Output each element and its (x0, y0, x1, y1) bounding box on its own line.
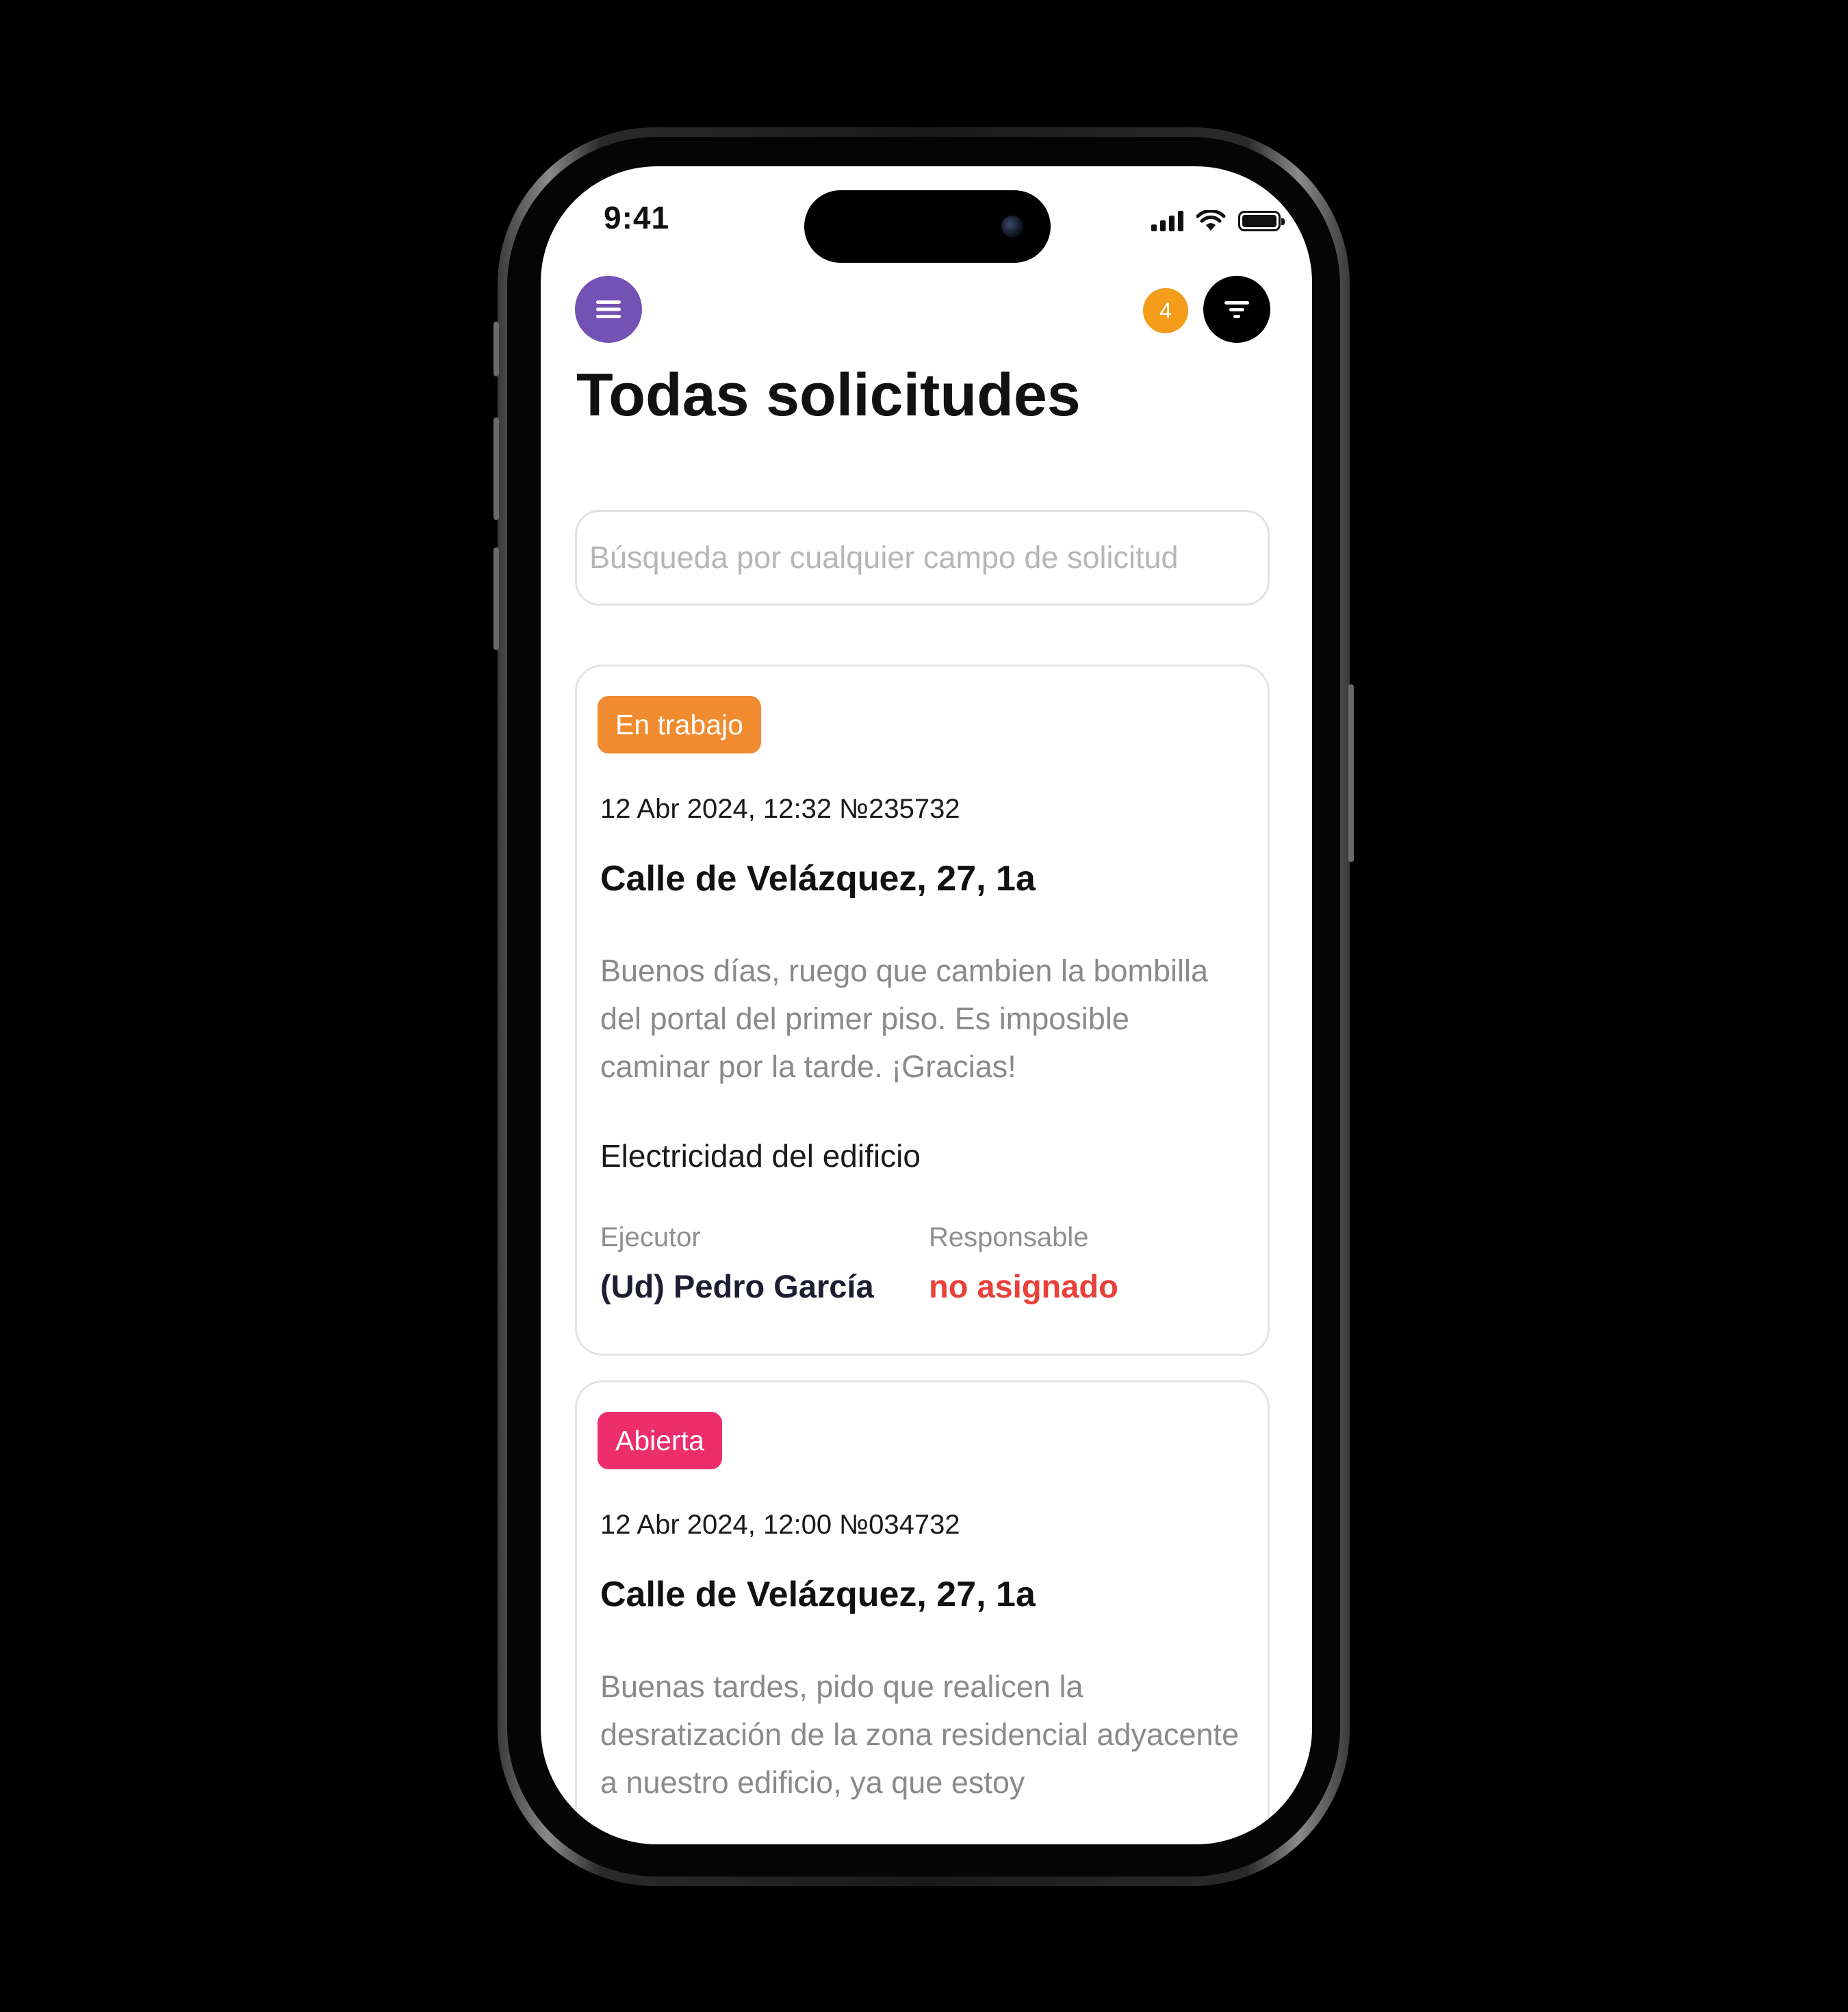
executor-value: (Ud) Pedro García (600, 1268, 874, 1304)
request-description: Buenos días, ruego que cambien la bombil… (600, 953, 1209, 1084)
menu-button[interactable] (575, 276, 642, 343)
phone-screen: 9:41 4 Todas solicitudes Búsqueda por cu… (541, 166, 1312, 1844)
cellular-signal-icon (1151, 211, 1183, 231)
responsible-label: Responsable (929, 1222, 1089, 1252)
request-address: Calle de Velázquez, 27, 1a (600, 1575, 1036, 1614)
hamburger-menu-icon (596, 300, 621, 318)
front-camera-icon (1001, 216, 1023, 237)
request-card[interactable]: Abierta 12 Abr 2024, 12:00 №034732 Calle… (575, 1380, 1270, 1844)
status-badge: En trabajo (598, 696, 761, 753)
dynamic-island (804, 190, 1051, 263)
battery-icon (1238, 211, 1285, 231)
action-button (493, 322, 499, 376)
request-description: Buenas tardes, pido que realicen la desr… (600, 1669, 1240, 1800)
filter-count-badge: 4 (1143, 288, 1188, 333)
search-field[interactable] (575, 510, 1270, 606)
status-badge: Abierta (598, 1412, 722, 1469)
status-icons (1151, 207, 1285, 235)
request-card[interactable]: En trabajo 12 Abr 2024, 12:32 №235732 Ca… (575, 665, 1270, 1356)
request-address: Calle de Velázquez, 27, 1a (600, 859, 1036, 899)
volume-down-button (493, 547, 499, 650)
responsible-value[interactable]: no asignado (929, 1267, 1118, 1305)
page-title: Todas solicitudes (576, 361, 1081, 428)
search-input[interactable] (588, 539, 1268, 576)
stage: 9:41 4 Todas solicitudes Búsqueda por cu… (0, 0, 1848, 2012)
request-date-number: 12 Abr 2024, 12:32 №235732 (600, 794, 960, 824)
filter-funnel-icon (1224, 301, 1249, 318)
status-time: 9:41 (604, 200, 670, 235)
power-button (1348, 684, 1354, 862)
request-category: Electricidad del edificio (600, 1138, 921, 1174)
request-date-number: 12 Abr 2024, 12:00 №034732 (600, 1510, 960, 1540)
wifi-icon (1196, 210, 1226, 231)
volume-up-button (493, 417, 499, 520)
filter-button[interactable] (1203, 276, 1270, 343)
executor-label: Ejecutor (600, 1222, 701, 1252)
